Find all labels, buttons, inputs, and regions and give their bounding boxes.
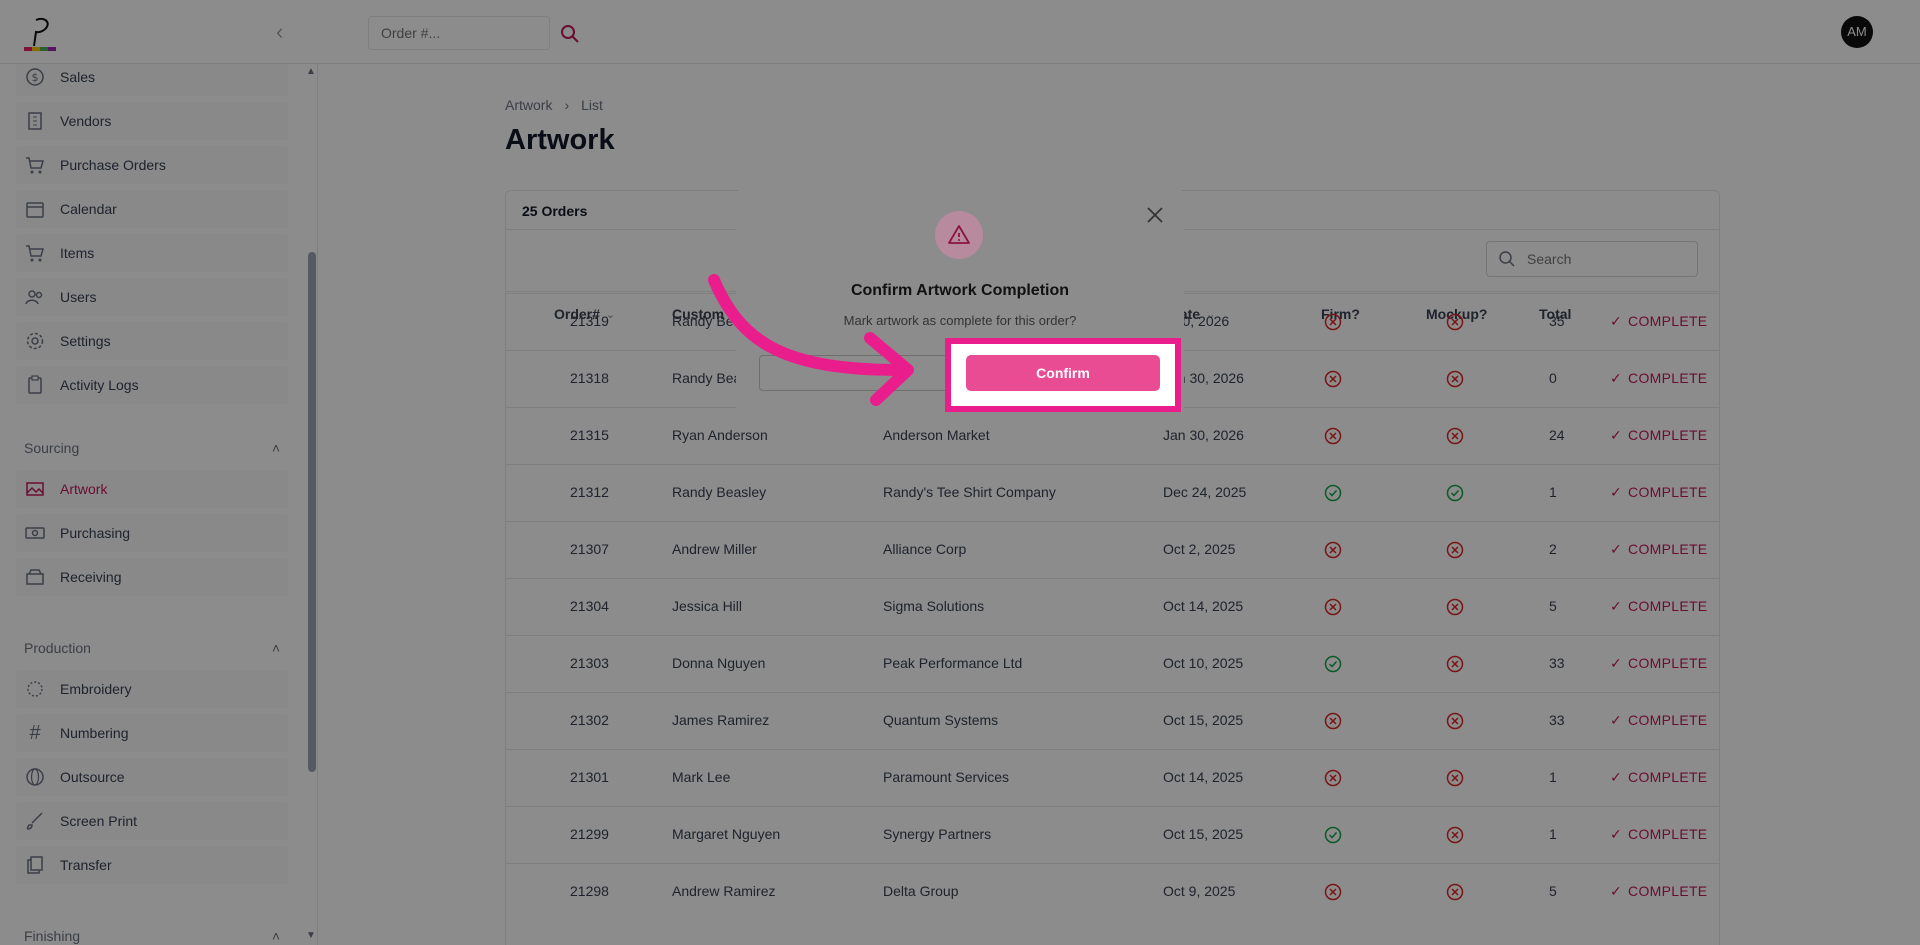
confirm-button[interactable]: Confirm xyxy=(966,355,1160,391)
warning-icon xyxy=(935,211,983,259)
close-icon[interactable] xyxy=(1143,203,1167,227)
pointer-arrow-icon xyxy=(708,274,914,406)
modal-overlay[interactable] xyxy=(0,0,1920,945)
